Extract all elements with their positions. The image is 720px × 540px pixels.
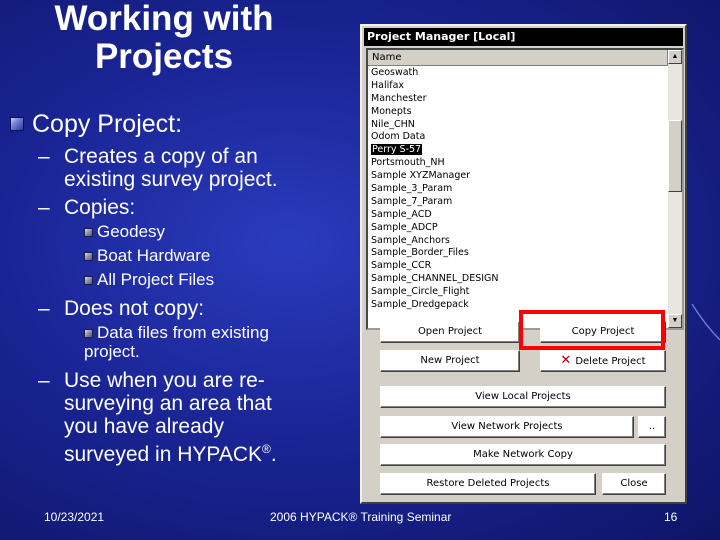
project-list-item[interactable]: Sample_Circle_Flight bbox=[368, 286, 668, 299]
project-list-item[interactable]: Sample_CHANNEL_DESIGN bbox=[368, 273, 668, 286]
subbullet-creates-copy-line2: existing survey project. bbox=[64, 168, 278, 191]
new-project-button[interactable]: New Project bbox=[380, 350, 520, 372]
dash-marker: – bbox=[38, 369, 50, 392]
subbullet-creates-copy-line1: Creates a copy of an bbox=[64, 145, 258, 168]
bullet-copy-project: Copy Project: bbox=[10, 110, 182, 138]
view-network-projects-button[interactable]: View Network Projects bbox=[380, 416, 634, 438]
small-square-bullet-icon bbox=[84, 228, 93, 237]
project-list-item[interactable]: Sample_Anchors bbox=[368, 235, 668, 248]
project-list-item[interactable]: Sample_Border_Files bbox=[368, 247, 668, 260]
copies-item: All Project Files bbox=[84, 270, 214, 290]
small-square-bullet-icon bbox=[84, 252, 93, 261]
slide-title-line2: Projects bbox=[94, 37, 234, 76]
project-list-item[interactable]: Monepts bbox=[368, 106, 668, 119]
close-button[interactable]: Close bbox=[602, 473, 666, 495]
vertical-scrollbar[interactable]: ▲ ▼ bbox=[668, 50, 682, 328]
project-list-item[interactable]: Perry S-57 bbox=[368, 144, 668, 157]
footer-date: 10/23/2021 bbox=[44, 510, 105, 524]
footer-page-number: 16 bbox=[664, 510, 678, 524]
decorative-swirl bbox=[691, 303, 720, 341]
open-project-button[interactable]: Open Project bbox=[380, 321, 520, 343]
scroll-up-icon[interactable]: ▲ bbox=[668, 50, 682, 64]
dash-marker: – bbox=[38, 196, 50, 219]
project-list-item[interactable]: Nile_CHN bbox=[368, 119, 668, 132]
dialog-title: Project Manager [Local] bbox=[364, 28, 683, 46]
subbullet-copies: – Copies: bbox=[38, 196, 135, 219]
project-list-item[interactable]: Manchester bbox=[368, 93, 668, 106]
subbullet-use-when: – Use when you are re-surveying an area t… bbox=[38, 369, 277, 466]
project-manager-dialog: Project Manager [Local] Name Geoswath Hal… bbox=[360, 24, 687, 504]
copies-item: Geodesy bbox=[84, 222, 165, 242]
browse-button[interactable]: .. bbox=[638, 416, 666, 438]
subbullet-does-not-copy: – Does not copy: bbox=[38, 297, 204, 320]
small-square-bullet-icon bbox=[84, 329, 93, 338]
project-list-item[interactable]: Sample_ADCP bbox=[368, 222, 668, 235]
project-list-item[interactable]: Sample_CCR bbox=[368, 260, 668, 273]
slide-title: Working with Projects bbox=[14, 0, 314, 76]
project-list-item[interactable]: Sample_3_Param bbox=[368, 183, 668, 196]
view-local-projects-button[interactable]: View Local Projects bbox=[380, 386, 666, 408]
project-list-item[interactable]: Geoswath bbox=[368, 67, 668, 80]
project-list-item[interactable]: Odom Data bbox=[368, 131, 668, 144]
delete-project-button[interactable]: ✕ Delete Project bbox=[540, 350, 666, 372]
project-list[interactable]: Name Geoswath Halifax Manchester Monepts Nil… bbox=[366, 48, 684, 330]
delete-project-label: Delete Project bbox=[575, 356, 646, 367]
delete-x-icon: ✕ bbox=[560, 353, 572, 368]
project-list-item[interactable]: Sample XYZManager bbox=[368, 170, 668, 183]
subbullet-creates-copy: – Creates a copy of an existing survey pro… bbox=[38, 145, 278, 191]
scroll-thumb[interactable] bbox=[668, 120, 682, 192]
project-list-item[interactable]: Halifax bbox=[368, 80, 668, 93]
subbullet-does-not-copy-text: Does not copy: bbox=[64, 297, 205, 320]
bullet-copy-project-text: Copy Project: bbox=[32, 110, 183, 138]
project-list-item[interactable]: Portsmouth_NH bbox=[368, 157, 668, 170]
footer-seminar: 2006 HYPACK® Training Seminar bbox=[270, 510, 452, 524]
project-list-item[interactable]: Sample_7_Param bbox=[368, 196, 668, 209]
square-bullet-icon bbox=[10, 117, 24, 131]
restore-deleted-projects-button[interactable]: Restore Deleted Projects bbox=[380, 473, 596, 495]
dash-marker: – bbox=[38, 297, 50, 320]
copy-project-highlight-box bbox=[519, 310, 665, 350]
project-list-item[interactable]: Sample_ACD bbox=[368, 209, 668, 222]
make-network-copy-button[interactable]: Make Network Copy bbox=[380, 444, 666, 466]
scroll-down-icon[interactable]: ▼ bbox=[668, 314, 682, 328]
dash-marker: – bbox=[38, 145, 50, 168]
subbullet-copies-text: Copies: bbox=[64, 196, 136, 219]
project-list-rows: Geoswath Halifax Manchester Monepts Nile_CHN… bbox=[368, 67, 668, 312]
copies-item: Boat Hardware bbox=[84, 246, 210, 266]
list-header-name[interactable]: Name bbox=[368, 50, 668, 66]
notcopy-item: Data files from existing project. bbox=[84, 323, 269, 361]
small-square-bullet-icon bbox=[84, 276, 93, 285]
slide-title-line1: Working with bbox=[54, 0, 274, 38]
